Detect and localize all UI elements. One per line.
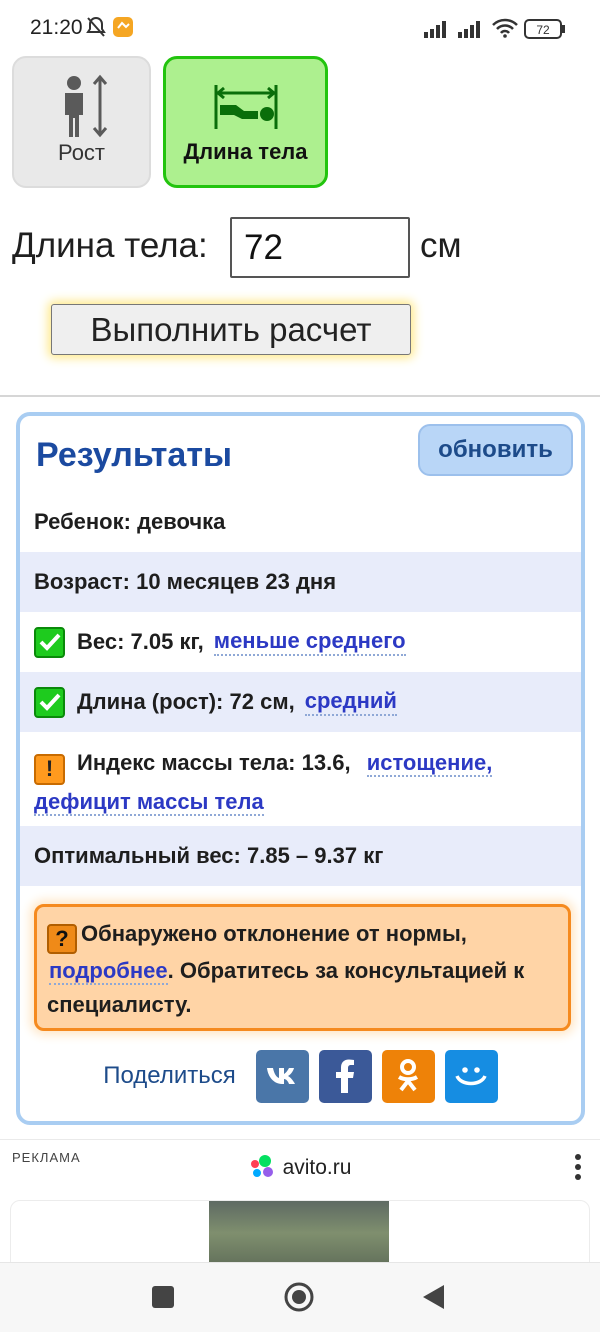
- refresh-button[interactable]: обновить: [418, 424, 573, 476]
- more-options-icon[interactable]: [574, 1154, 582, 1185]
- deviation-alert: ? Обнаружено отклонение от нормы, подробн…: [34, 904, 571, 1031]
- check-icon: [34, 626, 65, 658]
- optimal-weight-text: Оптимальный вес: 7.85 – 9.37 кг: [34, 843, 384, 868]
- ad-site-name: avito.ru: [282, 1156, 352, 1179]
- mode-height-label: Рост: [57, 140, 106, 165]
- share-bar: Поделиться: [20, 1048, 581, 1104]
- ad-site: avito.ru: [0, 1154, 600, 1184]
- bmi-text: Индекс массы тела: 13.6,: [77, 750, 351, 775]
- body-length-label: Длина тела:: [12, 226, 208, 265]
- more-details-link[interactable]: подробнее: [49, 958, 168, 985]
- body-length-input[interactable]: [230, 217, 410, 278]
- system-nav-bar: [0, 1262, 600, 1332]
- height-person-icon: [54, 74, 116, 143]
- recent-apps-icon[interactable]: [151, 1285, 175, 1314]
- bmi-status-link-1[interactable]: истощение,: [366, 750, 493, 777]
- status-time: 21:20: [30, 16, 83, 39]
- length-text: Длина (рост): 72 см,: [77, 689, 295, 714]
- mode-height-button[interactable]: Рост: [12, 56, 151, 188]
- result-row-bmi: ! Индекс массы тела: 13.6, истощение, деф…: [20, 732, 581, 826]
- result-row-optimal: Оптимальный вес: 7.85 – 9.37 кг: [20, 826, 581, 886]
- signal-2-icon: [458, 20, 486, 43]
- mute-bell-icon: [86, 16, 106, 43]
- question-icon: ?: [47, 924, 77, 954]
- ad-banner[interactable]: РЕКЛАМА avito.ru: [0, 1139, 600, 1280]
- signal-icon: [424, 20, 452, 43]
- result-row-child: Ребенок: девочка: [20, 492, 581, 552]
- app-notification-icon: [112, 16, 134, 43]
- mymail-share-icon[interactable]: [444, 1049, 498, 1103]
- mode-body-length-label: Длина тела: [183, 139, 308, 164]
- check-icon: [34, 686, 65, 718]
- battery-icon: 72: [524, 19, 566, 44]
- result-row-weight: Вес: 7.05 кг, меньше среднего: [20, 612, 581, 672]
- home-icon[interactable]: [283, 1281, 315, 1318]
- status-bar: 21:20 72: [0, 0, 600, 56]
- back-icon[interactable]: [420, 1283, 446, 1316]
- result-row-length: Длина (рост): 72 см, средний: [20, 672, 581, 732]
- unit-label: см: [420, 226, 462, 265]
- share-label: Поделиться: [103, 1062, 236, 1089]
- divider: [0, 395, 600, 397]
- result-row-age: Возраст: 10 месяцев 23 дня: [20, 552, 581, 612]
- age-text: Возраст: 10 месяцев 23 дня: [34, 569, 337, 594]
- calculate-button[interactable]: Выполнить расчет: [51, 304, 411, 355]
- svg-text:72: 72: [536, 23, 550, 37]
- length-status-link[interactable]: средний: [304, 688, 397, 716]
- mode-body-length-button[interactable]: Длина тела: [163, 56, 328, 188]
- alert-text-1: Обнаружено отклонение от нормы,: [81, 921, 467, 946]
- warning-icon: !: [34, 753, 65, 785]
- odnoklassniki-share-icon[interactable]: [381, 1049, 435, 1103]
- weight-status-link[interactable]: меньше среднего: [213, 628, 406, 656]
- body-length-icon: [212, 83, 280, 136]
- results-title: Результаты: [36, 436, 233, 474]
- vk-share-icon[interactable]: [255, 1049, 309, 1103]
- avito-logo-icon: [249, 1154, 275, 1184]
- wifi-icon: [492, 18, 518, 43]
- weight-text: Вес: 7.05 кг,: [77, 629, 204, 654]
- child-text: Ребенок: девочка: [34, 509, 226, 534]
- facebook-share-icon[interactable]: [318, 1049, 372, 1103]
- bmi-status-link-2[interactable]: дефицит массы тела: [34, 788, 264, 816]
- results-panel: Результаты обновить Ребенок: девочка Воз…: [16, 412, 585, 1125]
